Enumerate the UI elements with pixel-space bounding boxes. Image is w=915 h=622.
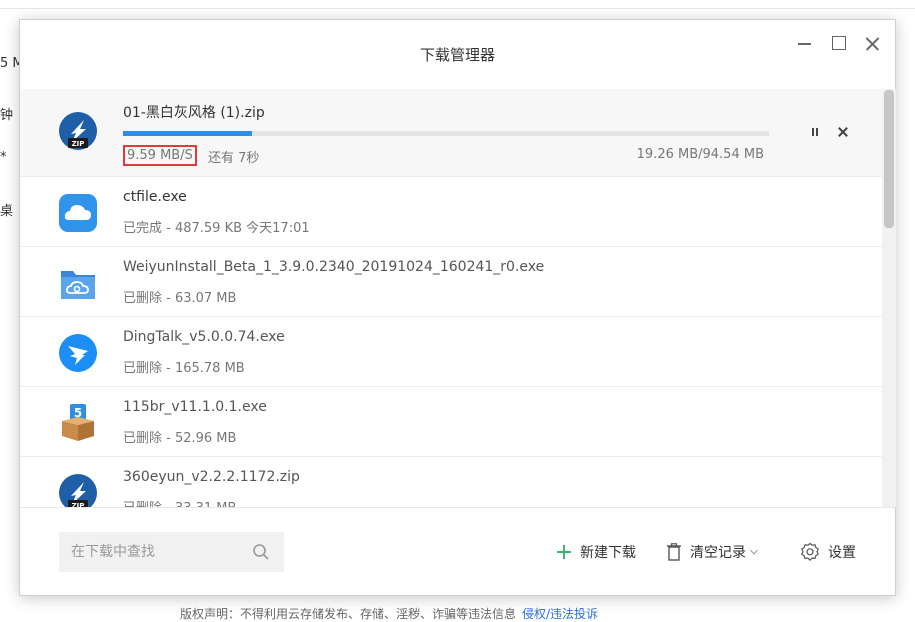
file-name: 360eyun_v2.2.2.1172.zip	[123, 469, 300, 485]
file-name: WeiyunInstall_Beta_1_3.9.0.2340_20191024…	[123, 259, 545, 275]
file-status: 已完成 - 487.59 KB 今天17:01	[123, 221, 310, 236]
new-download-label: 新建下载	[580, 545, 636, 561]
file-status: 已删除 - 63.07 MB	[123, 291, 237, 306]
gear-icon	[801, 542, 819, 562]
download-speed: 9.59 MB/S	[123, 145, 197, 166]
file-name: 115br_v11.1.0.1.exe	[123, 399, 267, 415]
svg-text:ZIP: ZIP	[72, 140, 85, 148]
search-box[interactable]	[59, 532, 284, 572]
background-footer: 版权声明：不得利用云存储发布、存储、淫秽、诈骗等违法信息 侵权/违法投诉	[180, 605, 598, 622]
cancel-download-button[interactable]	[836, 125, 850, 139]
download-progress-bar	[123, 131, 769, 136]
file-name: DingTalk_v5.0.0.74.exe	[123, 329, 285, 345]
download-manager-dialog: 下载管理器 ZIP 01-黑白灰风格 (1).zip 9.59 MB/S 还有 …	[19, 19, 896, 596]
downloaded-size: 19.26 MB/94.54 MB	[636, 147, 764, 162]
dingtalk-icon	[58, 333, 98, 373]
search-icon[interactable]	[252, 543, 270, 561]
pause-button[interactable]	[808, 125, 822, 139]
close-button[interactable]	[863, 34, 883, 54]
clear-records-button[interactable]: 清空记录	[666, 540, 758, 564]
download-item[interactable]: ctfile.exe 已完成 - 487.59 KB 今天17:01	[20, 177, 882, 247]
search-input[interactable]	[59, 532, 249, 572]
footer-divider	[20, 507, 895, 508]
scrollbar[interactable]	[882, 89, 896, 507]
background-text-fragment: 桌	[0, 204, 14, 219]
background-text-fragment: *	[0, 150, 7, 165]
dialog-title: 下载管理器	[419, 46, 495, 64]
file-status: 已删除 - 33.31 MB	[123, 497, 236, 507]
plus-icon	[557, 545, 571, 559]
download-item[interactable]: 5 115br_v11.1.0.1.exe 已删除 - 52.96 MB	[20, 387, 882, 457]
file-status: 已删除 - 52.96 MB	[123, 431, 237, 446]
minimize-button[interactable]	[795, 34, 815, 54]
download-item[interactable]: ZIP 01-黑白灰风格 (1).zip 9.59 MB/S 还有 7秒 19.…	[20, 89, 882, 177]
download-item[interactable]: WeiyunInstall_Beta_1_3.9.0.2340_20191024…	[20, 247, 882, 317]
file-name: 01-黑白灰风格 (1).zip	[123, 105, 265, 121]
download-item[interactable]: ZIP 360eyun_v2.2.2.1172.zip 已删除 - 33.31 …	[20, 457, 882, 507]
settings-button[interactable]: 设置	[800, 540, 856, 564]
scrollbar-thumb[interactable]	[884, 90, 894, 228]
background-text-fragment: 钟	[0, 108, 14, 123]
background-footer-link[interactable]: 侵权/违法投诉	[522, 607, 598, 621]
weiyun-icon	[58, 263, 98, 303]
zip-archive-icon: ZIP	[58, 111, 98, 151]
new-download-button[interactable]: 新建下载	[556, 540, 636, 564]
file-name: ctfile.exe	[123, 189, 187, 205]
maximize-button[interactable]	[829, 34, 849, 54]
time-remaining: 还有 7秒	[208, 151, 260, 166]
file-status: 已删除 - 165.78 MB	[123, 361, 245, 376]
chevron-down-icon	[750, 549, 758, 555]
package-box-icon: 5	[58, 403, 98, 443]
background-divider	[0, 8, 915, 9]
download-item[interactable]: DingTalk_v5.0.0.74.exe 已删除 - 165.78 MB	[20, 317, 882, 387]
settings-label: 设置	[828, 545, 856, 561]
clear-records-label: 清空记录	[690, 545, 746, 561]
cloud-app-icon	[58, 193, 98, 233]
zip-archive-icon: ZIP	[58, 473, 98, 507]
download-progress-fill	[123, 131, 253, 136]
download-list: ZIP 01-黑白灰风格 (1).zip 9.59 MB/S 还有 7秒 19.…	[20, 89, 882, 507]
background-footer-text: 版权声明：不得利用云存储发布、存储、淫秽、诈骗等违法信息	[180, 607, 517, 621]
trash-icon	[667, 543, 681, 561]
title-bar[interactable]: 下载管理器	[20, 20, 895, 90]
